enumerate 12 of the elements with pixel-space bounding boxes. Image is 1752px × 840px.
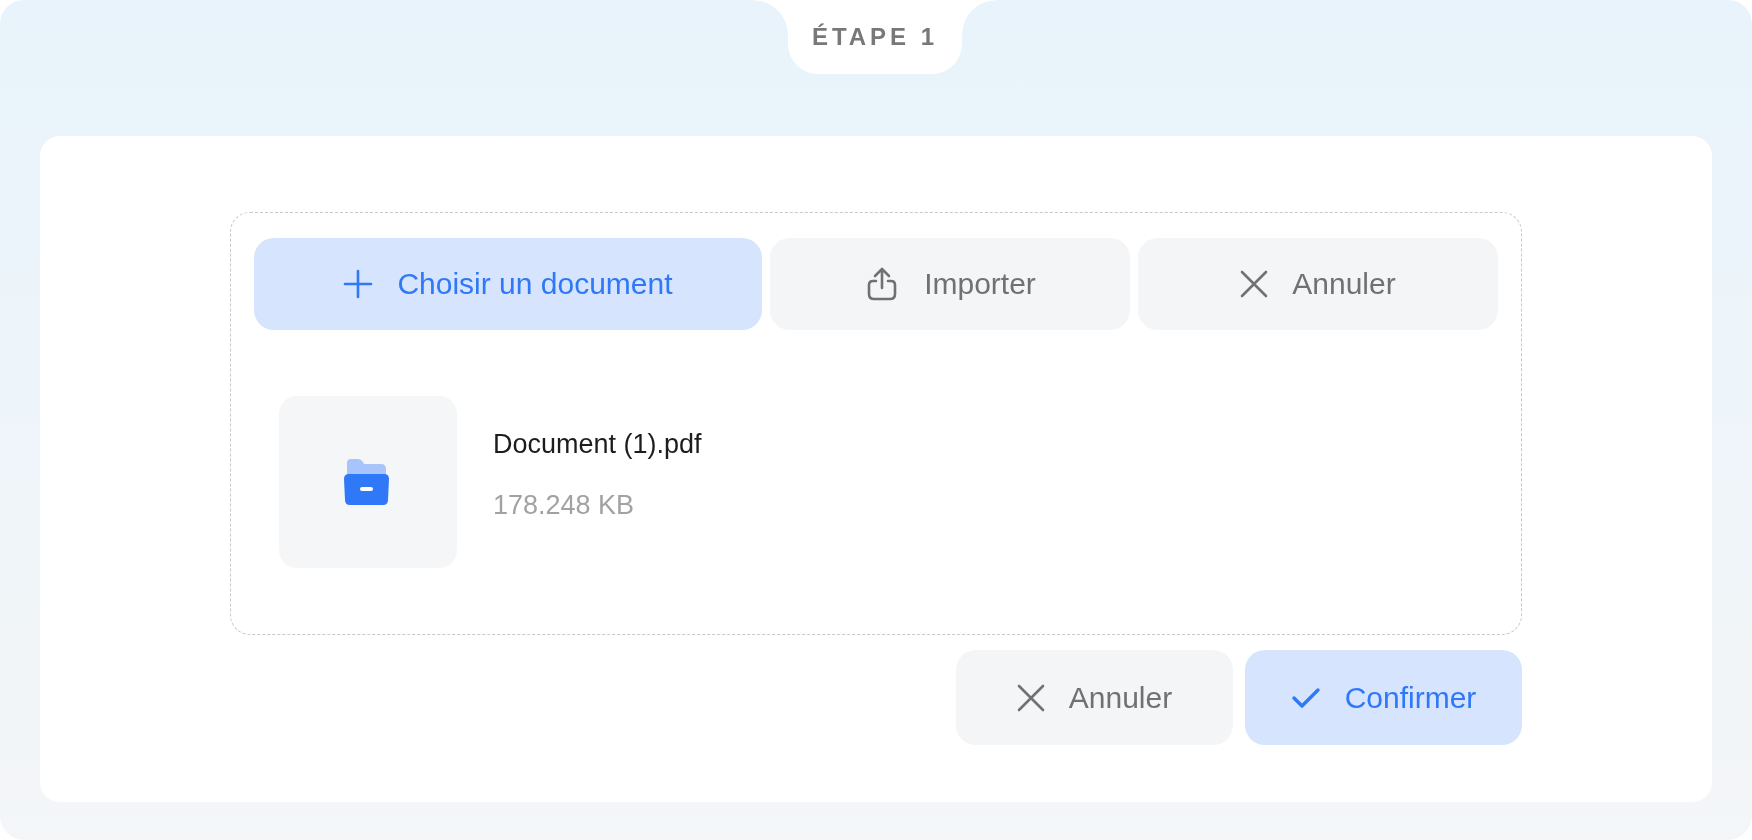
step-label: ÉTAPE 1 xyxy=(811,23,939,51)
check-icon xyxy=(1290,685,1321,710)
file-name: Document (1).pdf xyxy=(493,429,702,460)
cancel-button[interactable]: Annuler xyxy=(956,650,1233,745)
import-button[interactable]: Importer xyxy=(770,238,1130,330)
plus-icon xyxy=(343,269,374,299)
close-icon xyxy=(1016,683,1045,712)
file-size: 178.248 KB xyxy=(493,490,636,521)
choose-document-button[interactable]: Choisir un document xyxy=(254,238,762,330)
confirm-button[interactable]: Confirmer xyxy=(1245,650,1522,745)
cancel-button[interactable]: Annuler xyxy=(1138,238,1498,330)
close-icon xyxy=(1240,270,1269,298)
